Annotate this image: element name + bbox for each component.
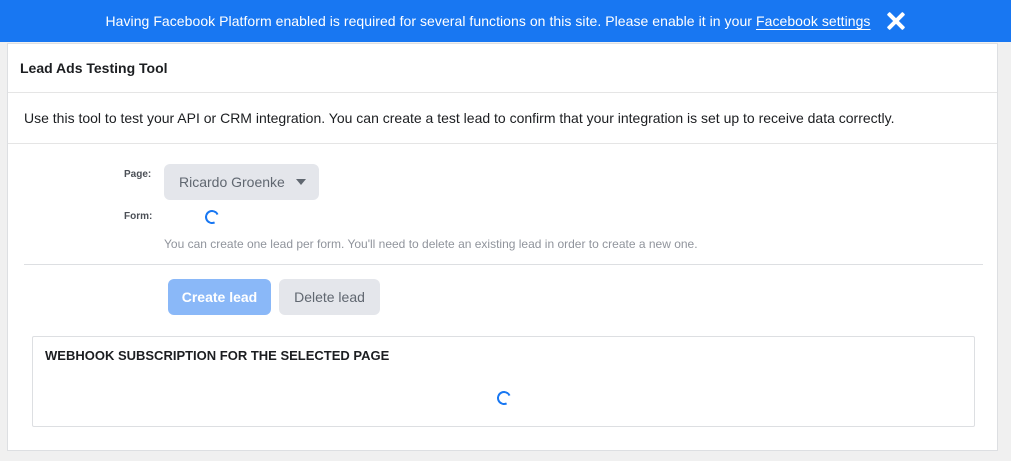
banner-message: Having Facebook Platform enabled is requ… (105, 13, 871, 29)
page-select[interactable]: Ricardo Groenke (164, 164, 319, 200)
close-icon[interactable] (887, 12, 905, 30)
form-hint: You can create one lead per form. You'll… (164, 237, 698, 251)
page-label: Page: (124, 169, 152, 180)
webhook-title: WEBHOOK SUBSCRIPTION FOR THE SELECTED PA… (45, 348, 390, 363)
create-lead-button[interactable]: Create lead (168, 279, 271, 315)
delete-lead-button[interactable]: Delete lead (279, 279, 380, 315)
card-title: Lead Ads Testing Tool (8, 44, 997, 93)
platform-banner: Having Facebook Platform enabled is requ… (0, 0, 1011, 42)
facebook-settings-link[interactable]: Facebook settings (756, 13, 870, 29)
spinner-icon (203, 208, 221, 226)
chevron-down-icon (295, 179, 306, 185)
divider (24, 264, 983, 265)
page-select-value: Ricardo Groenke (179, 174, 285, 190)
form-label: Form: (124, 211, 153, 222)
lead-ads-testing-card: Lead Ads Testing Tool Use this tool to t… (7, 43, 998, 451)
tool-description: Use this tool to test your API or CRM in… (8, 93, 997, 144)
webhook-subscription-panel: WEBHOOK SUBSCRIPTION FOR THE SELECTED PA… (32, 336, 975, 427)
